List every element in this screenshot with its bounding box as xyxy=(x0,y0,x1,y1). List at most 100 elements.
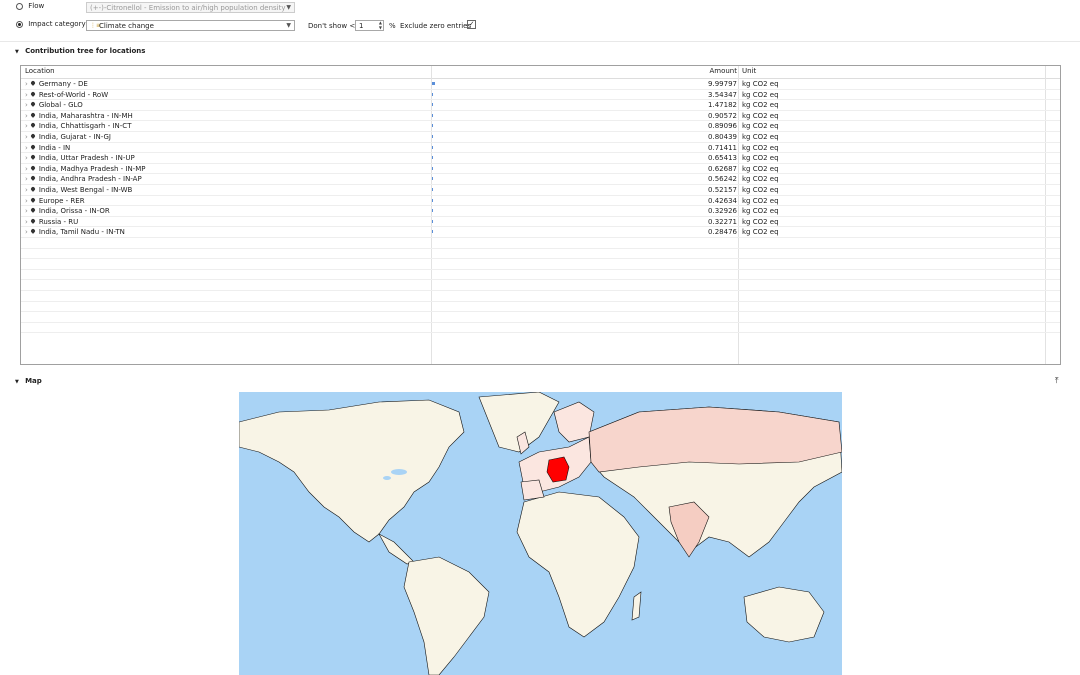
spinner-arrows-icon[interactable]: ▲ ▼ xyxy=(379,20,382,30)
column-location[interactable]: Location xyxy=(25,67,55,75)
impact-radio[interactable] xyxy=(16,20,23,28)
tree-header: Location Amount Unit xyxy=(21,66,1060,79)
exclude-zero-checkbox[interactable]: ✓ xyxy=(467,20,476,29)
table-row[interactable]: › Germany - DE 9.99797 kg CO2 eq xyxy=(21,79,1060,90)
table-row[interactable]: › India, Maharashtra - IN-MH 0.90572 kg CO2… xyxy=(21,111,1060,122)
unit-cell: kg CO2 eq xyxy=(742,143,779,152)
table-row[interactable]: › India, Chhattisgarh - IN-CT 0.89096 kg CO… xyxy=(21,121,1060,132)
impact-combo[interactable]: ⋮≡ Climate change ▼ xyxy=(86,20,295,31)
unit-cell: kg CO2 eq xyxy=(742,154,779,163)
chevron-right-icon[interactable]: › xyxy=(25,80,28,88)
chevron-down-icon: ▼ xyxy=(286,22,291,29)
location-cell: › India, West Bengal - IN-WB xyxy=(25,186,132,194)
chevron-right-icon[interactable]: › xyxy=(25,91,28,99)
chevron-right-icon[interactable]: › xyxy=(25,175,28,183)
unit-cell: kg CO2 eq xyxy=(742,111,779,120)
impact-radio-row[interactable]: Impact category xyxy=(16,20,86,28)
unit-cell: kg CO2 eq xyxy=(742,80,779,88)
location-name: India, Maharashtra - IN-MH xyxy=(38,111,133,120)
chevron-right-icon[interactable]: › xyxy=(25,122,28,130)
contribution-bar xyxy=(432,156,433,160)
table-row xyxy=(21,249,1060,260)
amount-cell: 0.62687 xyxy=(708,164,737,173)
map-section-header[interactable]: ▼ Map xyxy=(15,377,42,385)
location-pin-icon xyxy=(29,122,36,129)
column-unit[interactable]: Unit xyxy=(742,67,756,75)
flow-combo[interactable]: (+-)-Citronellol - Emission to air/high … xyxy=(86,2,295,13)
collapse-triangle-icon: ▼ xyxy=(15,379,19,385)
contribution-bar xyxy=(432,166,433,170)
tree-section-header[interactable]: ▼ Contribution tree for locations xyxy=(15,47,145,55)
table-row[interactable]: › Global - GLO 1.47182 kg CO2 eq xyxy=(21,100,1060,111)
location-cell: › Russia - RU xyxy=(25,218,78,226)
chevron-right-icon[interactable]: › xyxy=(25,112,28,120)
location-pin-icon xyxy=(29,228,36,235)
contribution-bar xyxy=(432,209,433,213)
amount-cell: 0.56242 xyxy=(708,175,737,184)
column-amount[interactable]: Amount xyxy=(671,67,737,75)
chevron-right-icon[interactable]: › xyxy=(25,218,28,226)
divider xyxy=(0,41,1080,42)
location-pin-icon xyxy=(29,111,36,118)
location-name: India, Uttar Pradesh - IN-UP xyxy=(38,154,135,163)
location-name: Global - GLO xyxy=(38,101,83,110)
table-row[interactable]: › Europe - RER 0.42634 kg CO2 eq xyxy=(21,196,1060,207)
location-cell: › India, Tamil Nadu - IN-TN xyxy=(25,228,125,236)
amount-cell: 0.80439 xyxy=(708,133,737,141)
location-pin-icon xyxy=(29,90,36,97)
contribution-bar xyxy=(432,135,433,138)
unit-cell: kg CO2 eq xyxy=(742,133,779,141)
world-map[interactable] xyxy=(239,392,842,675)
amount-cell: 0.90572 xyxy=(708,111,737,120)
chevron-right-icon[interactable]: › xyxy=(25,228,28,236)
chevron-down-icon: ▼ xyxy=(286,4,291,11)
table-row xyxy=(21,312,1060,323)
chevron-right-icon[interactable]: › xyxy=(25,133,28,141)
contribution-bar xyxy=(432,113,433,117)
contribution-bar xyxy=(432,124,433,128)
amount-cell: 0.28476 xyxy=(708,228,737,237)
location-cell: › Europe - RER xyxy=(25,197,85,205)
table-row[interactable]: › India, Gujarat - IN-GJ 0.80439 kg CO2 eq xyxy=(21,132,1060,143)
export-icon[interactable]: ⤒ xyxy=(1055,376,1059,386)
flow-radio-row[interactable]: Flow xyxy=(16,2,44,10)
table-row[interactable]: › Rest-of-World - RoW 3.54347 kg CO2 eq xyxy=(21,90,1060,101)
unit-cell: kg CO2 eq xyxy=(742,101,779,110)
table-row xyxy=(21,259,1060,270)
contribution-bar xyxy=(432,103,433,107)
contribution-bar xyxy=(432,198,433,202)
location-cell: › India, Gujarat - IN-GJ xyxy=(25,133,111,141)
table-row[interactable]: › India, Andhra Pradesh - IN-AP 0.56242 kg … xyxy=(21,174,1060,185)
amount-cell: 1.47182 xyxy=(708,101,737,110)
chevron-right-icon[interactable]: › xyxy=(25,197,28,205)
flow-radio[interactable] xyxy=(16,2,23,10)
chevron-right-icon[interactable]: › xyxy=(25,186,28,194)
dont-show-spinner[interactable]: 1 ▲ ▼ xyxy=(355,20,384,31)
chevron-right-icon[interactable]: › xyxy=(25,144,28,152)
contribution-bar xyxy=(432,230,433,234)
table-row[interactable]: › India, Uttar Pradesh - IN-UP 0.65413 kg C… xyxy=(21,153,1060,164)
amount-cell: 0.65413 xyxy=(708,154,737,163)
unit-cell: kg CO2 eq xyxy=(742,196,779,205)
table-row[interactable]: › Russia - RU 0.32271 kg CO2 eq xyxy=(21,217,1060,228)
chevron-right-icon[interactable]: › xyxy=(25,207,28,215)
unit-cell: kg CO2 eq xyxy=(742,217,779,226)
tree-section-title: Contribution tree for locations xyxy=(25,47,146,55)
chevron-right-icon[interactable]: › xyxy=(25,101,28,109)
table-row[interactable]: › India, Madhya Pradesh - IN-MP 0.62687 kg … xyxy=(21,164,1060,175)
unit-cell: kg CO2 eq xyxy=(742,90,779,99)
unit-cell: kg CO2 eq xyxy=(742,164,779,173)
table-row xyxy=(21,291,1060,302)
chevron-right-icon[interactable]: › xyxy=(25,154,28,162)
table-row[interactable]: › India, West Bengal - IN-WB 0.52157 kg CO2… xyxy=(21,185,1060,196)
contribution-bar xyxy=(432,188,433,191)
table-row[interactable]: › India - IN 0.71411 kg CO2 eq xyxy=(21,143,1060,154)
location-name: Rest-of-World - RoW xyxy=(38,90,109,99)
contribution-tree[interactable]: Location Amount Unit › Germany - DE 9.9979… xyxy=(20,65,1061,365)
location-pin-icon xyxy=(29,133,36,139)
table-row[interactable]: › India, Orissa - IN-OR 0.32926 kg CO2 eq xyxy=(21,206,1060,217)
table-row[interactable]: › India, Tamil Nadu - IN-TN 0.28476 kg CO2 … xyxy=(21,227,1060,238)
chevron-right-icon[interactable]: › xyxy=(25,165,28,173)
table-row xyxy=(21,302,1060,313)
location-name: India, Madhya Pradesh - IN-MP xyxy=(38,164,146,173)
